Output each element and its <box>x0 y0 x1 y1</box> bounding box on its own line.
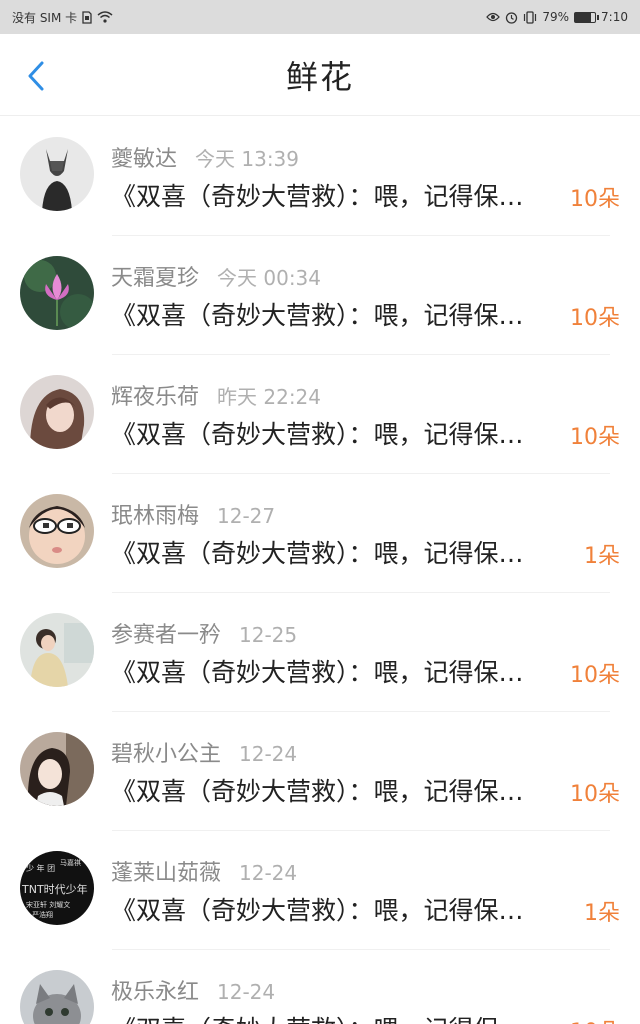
name-line: 极乐永红 12-24 <box>111 974 275 1006</box>
page-title: 鲜花 <box>285 57 354 96</box>
flower-count: 10朵 <box>570 782 620 807</box>
name-line: 碧秋小公主 12-24 <box>111 736 297 768</box>
name-line: 珉林雨梅 12-27 <box>111 498 275 530</box>
battery-percent: 79% <box>542 10 570 24</box>
avatar[interactable] <box>20 375 94 449</box>
svg-text:少 年 团: 少 年 团 <box>26 863 55 873</box>
avatar[interactable] <box>20 970 94 1024</box>
status-bar: 没有 SIM 卡 79% 7:10 <box>0 0 640 34</box>
eye-icon <box>486 12 501 22</box>
status-bar-left: 没有 SIM 卡 <box>12 9 113 26</box>
svg-text:宋亚轩 刘耀文: 宋亚轩 刘耀文 <box>26 900 70 909</box>
flower-count: 10朵 <box>570 187 620 212</box>
vibrate-icon <box>523 10 537 24</box>
message-preview: 《双喜（奇妙大营救）：喂，记得保… <box>111 539 524 568</box>
timestamp: 今天 13:39 <box>195 147 300 171</box>
sender-name[interactable]: 辉夜乐荷 <box>111 379 199 411</box>
timestamp: 12-27 <box>217 504 276 528</box>
avatar[interactable] <box>20 494 94 568</box>
flower-count: 1朵 <box>584 544 620 569</box>
flower-count: 10朵 <box>570 425 620 450</box>
flower-count: 1朵 <box>584 901 620 926</box>
sender-name[interactable]: 天霜夏珍 <box>111 260 199 292</box>
avatar[interactable] <box>20 732 94 806</box>
list-item[interactable]: 极乐永红 12-24 《双喜（奇妙大营救）：喂，记得保…10朵 <box>0 950 640 1024</box>
status-bar-right: 79% 7:10 <box>486 10 628 24</box>
timestamp: 今天 00:34 <box>217 266 322 290</box>
sender-name[interactable]: 珉林雨梅 <box>111 498 199 530</box>
timestamp: 12-24 <box>239 742 298 766</box>
timestamp: 12-24 <box>217 980 276 1004</box>
sender-name[interactable]: 极乐永红 <box>111 974 199 1006</box>
message-preview: 《双喜（奇妙大营救）：喂，记得保… <box>111 658 524 687</box>
flower-count: 10朵 <box>570 306 620 331</box>
sender-name[interactable]: 碧秋小公主 <box>111 736 221 768</box>
sender-name[interactable]: 蓬莱山茹薇 <box>111 855 221 887</box>
sim-card-icon <box>82 10 92 24</box>
timestamp: 12-24 <box>239 861 298 885</box>
avatar[interactable] <box>20 613 94 687</box>
flower-count: 10朵 <box>570 1014 620 1024</box>
chevron-left-icon <box>28 61 44 91</box>
message-preview: 《双喜（奇妙大营救）：喂，记得保… <box>111 896 524 925</box>
nav-bar: 鲜花 <box>0 34 640 116</box>
battery-fill <box>575 12 591 22</box>
list-item[interactable]: 碧秋小公主 12-24 《双喜（奇妙大营救）：喂，记得保… 10朵 <box>0 712 640 831</box>
battery-icon <box>574 11 600 23</box>
list-item[interactable]: 辉夜乐荷 昨天 22:24 《双喜（奇妙大营救）：喂，记得保… 10朵 <box>0 355 640 474</box>
message-preview: 《双喜（奇妙大营救）：喂，记得保… <box>111 777 524 806</box>
list-item[interactable]: 参赛者一矜 12-25 《双喜（奇妙大营救）：喂，记得保… 10朵 <box>0 593 640 712</box>
sender-name[interactable]: 参赛者一矜 <box>111 617 221 649</box>
list-item[interactable]: 珉林雨梅 12-27 《双喜（奇妙大营救）：喂，记得保… 1朵 <box>0 474 640 593</box>
message-preview: 《双喜（奇妙大营救）：喂，记得保… <box>111 420 524 449</box>
svg-text:TNT时代少年: TNT时代少年 <box>21 882 88 896</box>
avatar[interactable] <box>20 137 94 211</box>
flower-list: 夔敏达 今天 13:39 《双喜（奇妙大营救）：喂，记得保… 10朵 天霜夏珍 今天 00… <box>0 117 640 1024</box>
name-line: 参赛者一矜 12-25 <box>111 617 297 649</box>
carrier-label: 没有 SIM 卡 <box>12 10 78 25</box>
message-preview: 《双喜（奇妙大营救）：喂，记得保… <box>111 301 524 330</box>
list-item[interactable]: 天霜夏珍 今天 00:34 《双喜（奇妙大营救）：喂，记得保… 10朵 <box>0 236 640 355</box>
list-item[interactable]: 夔敏达 今天 13:39 《双喜（奇妙大营救）：喂，记得保… 10朵 <box>0 117 640 236</box>
list-item[interactable]: 少 年 团马嘉祺 TNT时代少年宋亚轩 刘耀文 严浩翔 蓬莱山茹薇 12-24 《双喜（奇… <box>0 831 640 950</box>
flower-count: 10朵 <box>570 663 620 688</box>
avatar[interactable] <box>20 256 94 330</box>
name-line: 蓬莱山茹薇 12-24 <box>111 855 297 887</box>
message-preview: 《双喜（奇妙大营救）：喂，记得保… <box>111 182 524 211</box>
name-line: 辉夜乐荷 昨天 22:24 <box>111 379 321 411</box>
message-preview: 《双喜（奇妙大营救）：喂，记得保… <box>111 1010 569 1024</box>
name-line: 夔敏达 今天 13:39 <box>111 141 299 173</box>
timestamp: 12-25 <box>239 623 298 647</box>
name-line: 天霜夏珍 今天 00:34 <box>111 260 321 292</box>
clock-time: 7:10 <box>601 10 628 24</box>
alarm-icon <box>505 11 518 24</box>
back-button[interactable] <box>16 54 56 98</box>
sender-name[interactable]: 夔敏达 <box>111 141 177 173</box>
svg-text:马嘉祺: 马嘉祺 <box>60 858 81 867</box>
wifi-icon <box>97 11 113 23</box>
svg-text:严浩翔: 严浩翔 <box>32 910 53 919</box>
timestamp: 昨天 22:24 <box>217 385 322 409</box>
avatar[interactable]: 少 年 团马嘉祺 TNT时代少年宋亚轩 刘耀文 严浩翔 <box>20 851 94 925</box>
